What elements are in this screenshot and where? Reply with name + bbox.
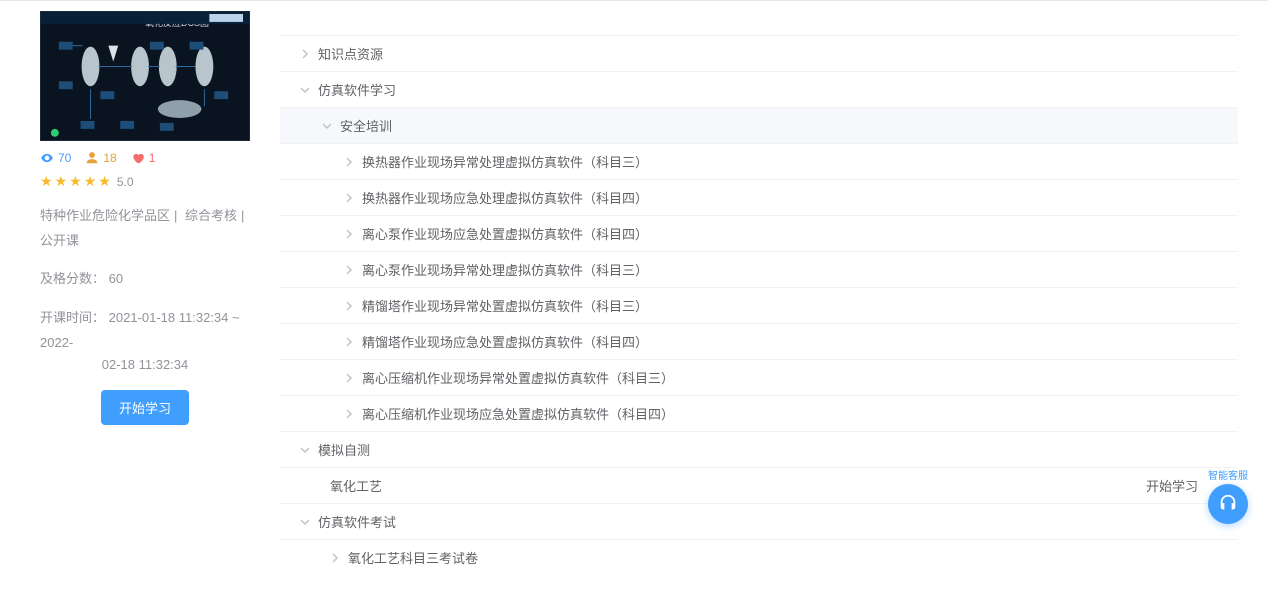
stat-users: 18 <box>85 151 116 165</box>
node-sim-item[interactable]: 换热器作业现场异常处理虚拟仿真软件（科目三） <box>280 143 1238 179</box>
node-mock-item[interactable]: 氧化工艺 开始学习 <box>280 467 1238 503</box>
pass-score-row: 及格分数： 60 <box>40 267 250 292</box>
start-learning-button[interactable]: 开始学习 <box>101 390 189 425</box>
chevron-right-icon <box>344 265 354 275</box>
star-icon: ★ <box>84 173 97 190</box>
eye-icon <box>40 151 54 165</box>
node-safety-training[interactable]: 安全培训 <box>280 107 1238 143</box>
node-sim-item[interactable]: 精馏塔作业现场异常处置虚拟仿真软件（科目三） <box>280 287 1238 323</box>
node-sim-item[interactable]: 换热器作业现场应急处理虚拟仿真软件（科目四） <box>280 179 1238 215</box>
node-sim-item[interactable]: 离心压缩机作业现场异常处置虚拟仿真软件（科目三） <box>280 359 1238 395</box>
course-tags: 特种作业危险化学品区| 综合考核| 公开课 <box>40 204 250 253</box>
chevron-right-icon <box>344 229 354 239</box>
chevron-down-icon <box>300 85 310 95</box>
headset-icon <box>1217 493 1239 515</box>
stat-likes: 1 <box>131 151 156 165</box>
node-sim-item[interactable]: 离心泵作业现场应急处置虚拟仿真软件（科目四） <box>280 215 1238 251</box>
node-sim-learning[interactable]: 仿真软件学习 <box>280 71 1238 107</box>
star-icon: ★ <box>98 173 111 190</box>
chevron-right-icon <box>344 301 354 311</box>
chevron-right-icon <box>344 157 354 167</box>
chevron-right-icon <box>344 409 354 419</box>
smart-assistant-button[interactable]: 智能客服 <box>1206 467 1250 524</box>
user-icon <box>85 151 99 165</box>
tag[interactable]: 综合考核 <box>185 208 237 223</box>
node-sim-exam[interactable]: 仿真软件考试 <box>280 503 1238 539</box>
tag[interactable]: 特种作业危险化学品区 <box>40 208 170 223</box>
course-outline: 知识点资源 仿真软件学习 安全培训 换热器作业现场异常处理虚拟仿真软件（科目三）… <box>280 1 1248 575</box>
node-sim-item[interactable]: 离心压缩机作业现场应急处置虚拟仿真软件（科目四） <box>280 395 1238 431</box>
node-sim-item[interactable]: 精馏塔作业现场应急处置虚拟仿真软件（科目四） <box>280 323 1238 359</box>
heart-icon <box>131 151 145 165</box>
rating-score: 5.0 <box>117 175 134 189</box>
stat-views: 70 <box>40 151 71 165</box>
node-knowledge-resources[interactable]: 知识点资源 <box>280 35 1238 71</box>
course-time-row: 开课时间： 2021-01-18 11:32:34 ~ 2022- <box>40 306 250 355</box>
chevron-down-icon <box>322 121 332 131</box>
chevron-down-icon <box>300 445 310 455</box>
star-icon: ★ <box>69 173 82 190</box>
star-icon: ★ <box>40 173 53 190</box>
node-sim-item[interactable]: 离心泵作业现场异常处理虚拟仿真软件（科目三） <box>280 251 1238 287</box>
start-learning-link[interactable]: 开始学习 <box>1146 476 1198 495</box>
assistant-bubble <box>1208 484 1248 524</box>
chevron-right-icon <box>344 373 354 383</box>
star-icon: ★ <box>55 173 68 190</box>
assistant-label: 智能客服 <box>1206 467 1250 482</box>
course-sidebar: 氧化反应DCS图 <box>20 1 250 445</box>
chevron-right-icon <box>344 337 354 347</box>
chevron-down-icon <box>300 517 310 527</box>
chevron-right-icon <box>300 49 310 59</box>
tag[interactable]: 公开课 <box>40 233 79 248</box>
course-rating: ★ ★ ★ ★ ★ 5.0 <box>40 173 250 190</box>
node-mock-test[interactable]: 模拟自测 <box>280 431 1238 467</box>
course-time-cont: 02-18 11:32:34 <box>40 357 250 372</box>
course-thumbnail[interactable]: 氧化反应DCS图 <box>40 11 250 141</box>
node-exam-item[interactable]: 氧化工艺科目三考试卷 <box>280 539 1238 575</box>
course-stats: 70 18 1 <box>40 151 250 165</box>
chevron-right-icon <box>344 193 354 203</box>
chevron-right-icon <box>330 553 340 563</box>
dcs-diagram-graphic <box>41 12 249 141</box>
